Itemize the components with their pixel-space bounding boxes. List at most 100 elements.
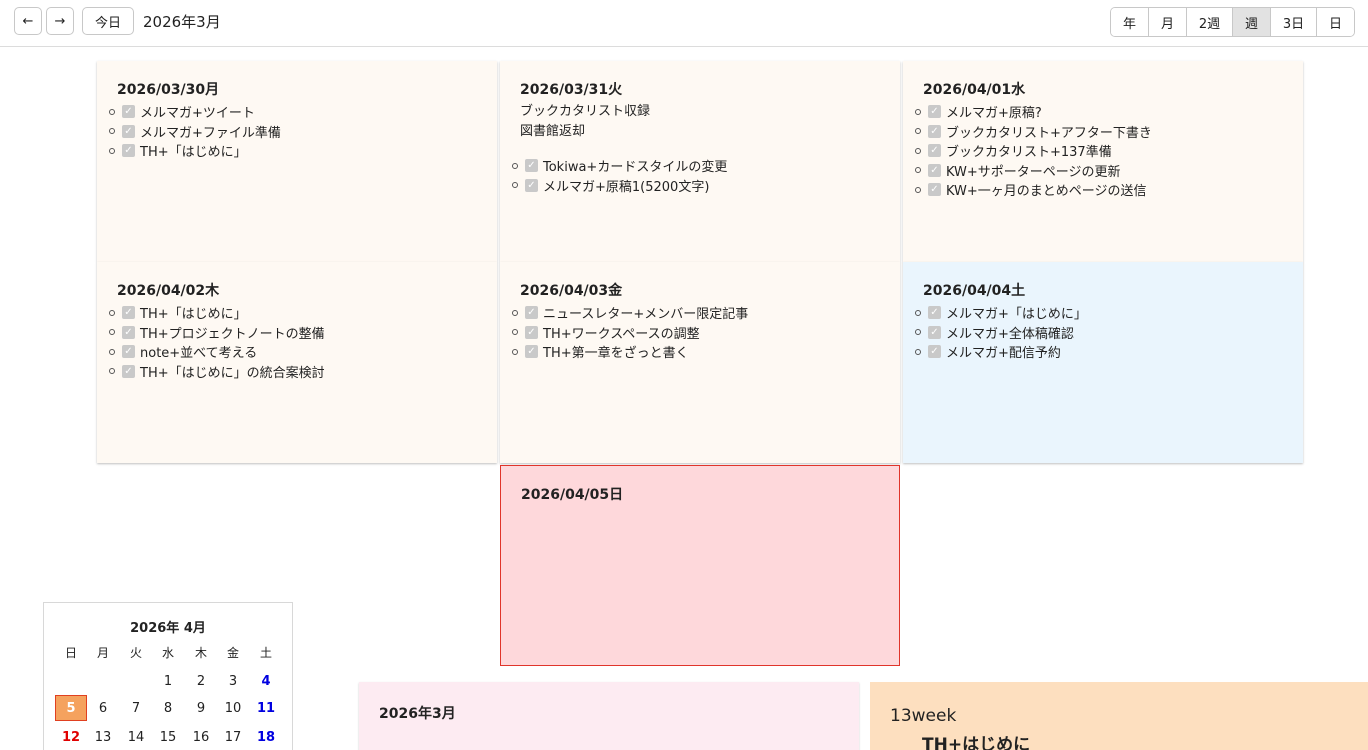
mini-calendar-day[interactable]: 17	[217, 724, 249, 750]
bullet-icon	[109, 147, 115, 154]
task-checkbox[interactable]: ✓	[122, 345, 135, 359]
task-checkbox[interactable]: ✓	[928, 183, 941, 197]
task-item: ✓ メルマガ+全体稿確認	[915, 323, 1283, 343]
task-checkbox[interactable]: ✓	[122, 306, 135, 320]
mini-calendar-day[interactable]: 3	[217, 668, 249, 694]
view-day-button[interactable]: 日	[1317, 8, 1354, 36]
day-card[interactable]: 2026/04/05日	[500, 465, 900, 666]
month-note-panel[interactable]: 2026年3月	[359, 682, 859, 750]
mini-calendar-weekday: 火	[129, 645, 142, 660]
task-list: ✓ メルマガ+原稿? ✓ ブックカタリスト+アフター下書き ✓ ブックカタリスト+137準…	[915, 102, 1283, 200]
task-checkbox[interactable]: ✓	[122, 124, 135, 138]
task-checkbox[interactable]: ✓	[525, 325, 538, 339]
task-item: ✓ ニュースレター+メンバー限定記事	[512, 303, 880, 323]
task-label: TH+プロジェクトノートの整備	[140, 326, 325, 342]
view-3day-button[interactable]: 3日	[1271, 8, 1317, 36]
note-item: ブックカタリスト収録	[520, 104, 651, 119]
task-checkbox[interactable]: ✓	[928, 144, 941, 158]
task-item: ✓ KW+サポーターページの更新	[915, 161, 1283, 181]
task-checkbox[interactable]: ✓	[928, 325, 941, 339]
day-card[interactable]: 2026/03/30月 ✓ メルマガ+ツイート ✓ メルマガ+ファイル準備 ✓ TH+「はじ…	[97, 61, 497, 262]
mini-calendar-day[interactable]: 18	[250, 724, 282, 750]
task-checkbox[interactable]: ✓	[525, 306, 538, 320]
mini-calendar-day[interactable]: 12	[55, 724, 87, 750]
task-checkbox[interactable]: ✓	[928, 345, 941, 359]
day-card[interactable]: 2026/04/04土 ✓ メルマガ+「はじめに」 ✓ メルマガ+全体稿確認 ✓ メルマガ+…	[903, 262, 1303, 463]
task-label: メルマガ+ツイート	[140, 106, 255, 122]
view-week-button[interactable]: 週	[1233, 8, 1271, 36]
task-checkbox[interactable]: ✓	[928, 306, 941, 320]
note-item: 図書館返却	[520, 123, 586, 139]
view-switcher: 年 月 2週 週 3日 日	[1110, 7, 1355, 37]
task-checkbox[interactable]: ✓	[928, 105, 941, 119]
task-list: ✓ Tokiwa+カードスタイルの変更 ✓ メルマガ+原稿1(5200文字)	[512, 156, 880, 195]
task-item: ✓ note+並べて考える	[109, 342, 477, 362]
mini-calendar-day[interactable]: 11	[250, 695, 282, 721]
task-item: ✓ TH+第一章をざっと書く	[512, 342, 880, 362]
day-card[interactable]: 2026/03/31火 ブックカタリスト収録 図書館返却 ✓ Tokiwa+カードスタイ…	[500, 61, 900, 262]
mini-calendar-today[interactable]: 5	[55, 695, 87, 721]
next-arrow-button[interactable]: →	[46, 7, 74, 35]
mini-calendar-day[interactable]: 6	[87, 695, 119, 721]
day-date: 2026/03/30月	[117, 82, 220, 98]
week-note-panel[interactable]: 13week TH+はじめに	[870, 682, 1368, 750]
task-checkbox[interactable]: ✓	[122, 364, 135, 378]
task-label: TH+「はじめに」	[140, 145, 247, 161]
task-checkbox[interactable]: ✓	[122, 144, 135, 158]
mini-calendar-day[interactable]: 1	[152, 668, 184, 694]
task-checkbox[interactable]: ✓	[928, 163, 941, 177]
mini-calendar-day[interactable]: 13	[87, 724, 119, 750]
mini-calendar-day[interactable]: 16	[185, 724, 217, 750]
bullet-icon	[915, 167, 921, 174]
task-item: ✓ TH+ワークスペースの調整	[512, 323, 880, 343]
task-checkbox[interactable]: ✓	[122, 105, 135, 119]
mini-calendar-day[interactable]: 2	[185, 668, 217, 694]
arrow-left-icon: ←	[22, 13, 34, 29]
mini-calendar-weekday: 木	[194, 645, 207, 660]
task-list: ✓ メルマガ+「はじめに」 ✓ メルマガ+全体稿確認 ✓ メルマガ+配信予約	[915, 303, 1283, 362]
today-button[interactable]: 今日	[82, 7, 134, 35]
task-label: TH+「はじめに」の統合案検討	[140, 365, 325, 381]
task-item: ✓ KW+一ヶ月のまとめページの送信	[915, 180, 1283, 200]
mini-calendar-weekday: 水	[161, 645, 174, 660]
bullet-icon	[915, 329, 921, 336]
bullet-icon	[512, 329, 518, 336]
day-card[interactable]: 2026/04/03金 ✓ ニュースレター+メンバー限定記事 ✓ TH+ワークスペースの…	[500, 262, 900, 463]
mini-calendar-day[interactable]: 10	[217, 695, 249, 721]
mini-calendar-day[interactable]: 7	[120, 695, 152, 721]
task-list: ✓ メルマガ+ツイート ✓ メルマガ+ファイル準備 ✓ TH+「はじめに」	[109, 102, 477, 161]
task-checkbox[interactable]: ✓	[525, 159, 538, 173]
bullet-icon	[915, 348, 921, 355]
view-2week-button[interactable]: 2週	[1187, 8, 1233, 36]
task-label: メルマガ+原稿1(5200文字)	[543, 179, 710, 195]
task-label: メルマガ+「はじめに」	[946, 307, 1087, 323]
view-month-button[interactable]: 月	[1149, 8, 1187, 36]
mini-calendar-day[interactable]: 9	[185, 695, 217, 721]
task-label: KW+サポーターページの更新	[946, 164, 1121, 180]
view-year-button[interactable]: 年	[1111, 8, 1149, 36]
day-card[interactable]: 2026/04/01水 ✓ メルマガ+原稿? ✓ ブックカタリスト+アフター下書き ✓ ブッ…	[903, 61, 1303, 262]
task-label: ニュースレター+メンバー限定記事	[543, 307, 749, 323]
task-checkbox[interactable]: ✓	[525, 178, 538, 192]
task-item: ✓ ブックカタリスト+137準備	[915, 141, 1283, 161]
mini-calendar-weekday: 金	[226, 645, 239, 660]
prev-arrow-button[interactable]: ←	[14, 7, 42, 35]
month-note-title: 2026年3月	[379, 706, 456, 722]
bullet-icon	[512, 309, 518, 316]
mini-calendar-day[interactable]: 4	[250, 668, 282, 694]
task-checkbox[interactable]: ✓	[122, 325, 135, 339]
toolbar: ← → 今日 2026年3月 年 月 2週 週 3日 日	[0, 0, 1368, 47]
task-label: メルマガ+ファイル準備	[140, 125, 281, 141]
task-item: ✓ ブックカタリスト+アフター下書き	[915, 122, 1283, 142]
task-item: ✓ メルマガ+ツイート	[109, 102, 477, 122]
task-checkbox[interactable]: ✓	[928, 124, 941, 138]
mini-calendar-day[interactable]: 15	[152, 724, 184, 750]
day-card[interactable]: 2026/04/02木 ✓ TH+「はじめに」 ✓ TH+プロジェクトノートの整備 ✓ no…	[97, 262, 497, 463]
day-date: 2026/04/05日	[521, 487, 624, 503]
day-date: 2026/03/31火	[520, 82, 623, 98]
mini-calendar-day[interactable]: 14	[120, 724, 152, 750]
bullet-icon	[109, 309, 115, 316]
mini-calendar-day[interactable]: 8	[152, 695, 184, 721]
task-checkbox[interactable]: ✓	[525, 345, 538, 359]
task-item: ✓ メルマガ+「はじめに」	[915, 303, 1283, 323]
